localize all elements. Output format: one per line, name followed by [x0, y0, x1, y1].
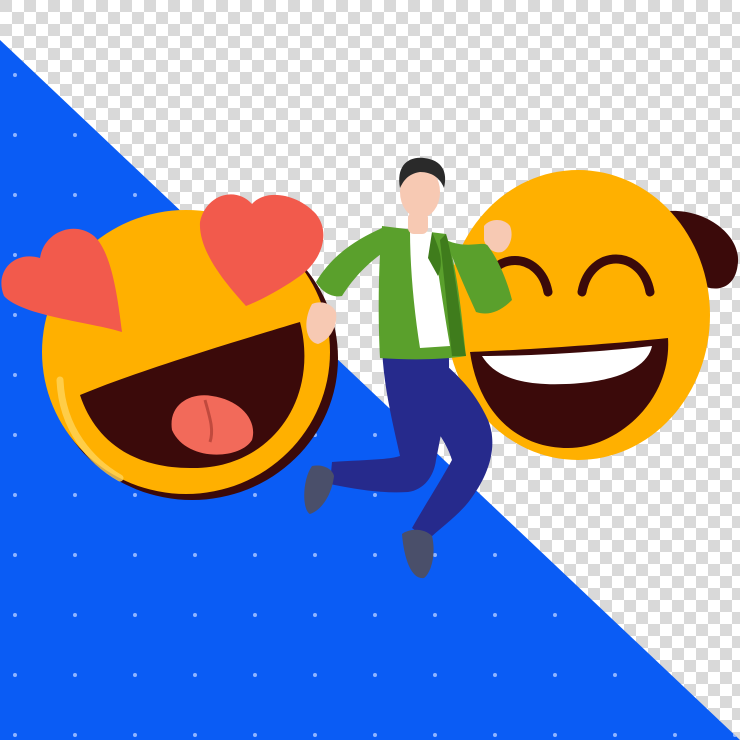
illustration-canvas [0, 0, 740, 740]
illustration-svg [0, 0, 740, 740]
